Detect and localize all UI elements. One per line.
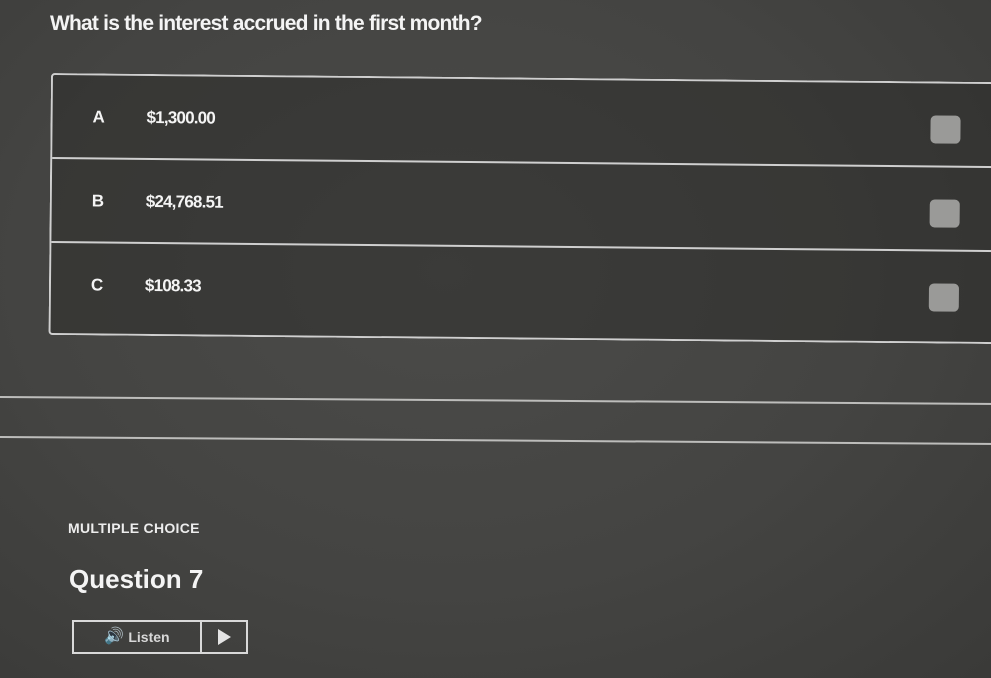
option-letter: B	[91, 191, 105, 211]
listen-control: 🔊 Listen	[72, 620, 248, 654]
option-value: $1,300.00	[146, 107, 216, 128]
option-checkbox[interactable]	[928, 283, 960, 312]
option-b[interactable]: B $24,768.51	[51, 159, 991, 253]
divider	[0, 396, 991, 405]
divider	[0, 436, 991, 445]
question-text: What is the interest accrued in the firs…	[50, 12, 483, 35]
option-checkbox[interactable]	[930, 115, 961, 144]
listen-label: Listen	[128, 629, 170, 645]
option-letter: A	[92, 107, 105, 127]
answer-options: A $1,300.00 B $24,768.51 C $108.33	[48, 73, 991, 345]
option-c[interactable]: C $108.33	[51, 243, 991, 336]
listen-button[interactable]: 🔊 Listen	[74, 622, 202, 652]
play-button[interactable]	[202, 622, 246, 652]
option-letter: C	[90, 275, 104, 295]
play-icon	[217, 629, 231, 645]
option-a[interactable]: A $1,300.00	[52, 75, 991, 169]
option-checkbox[interactable]	[929, 199, 960, 228]
question-type-label: MULTIPLE CHOICE	[68, 520, 200, 536]
question-number: Question 7	[69, 564, 204, 594]
speaker-icon: 🔊	[104, 628, 125, 645]
option-value: $24,768.51	[145, 191, 223, 212]
option-value: $108.33	[144, 275, 201, 296]
